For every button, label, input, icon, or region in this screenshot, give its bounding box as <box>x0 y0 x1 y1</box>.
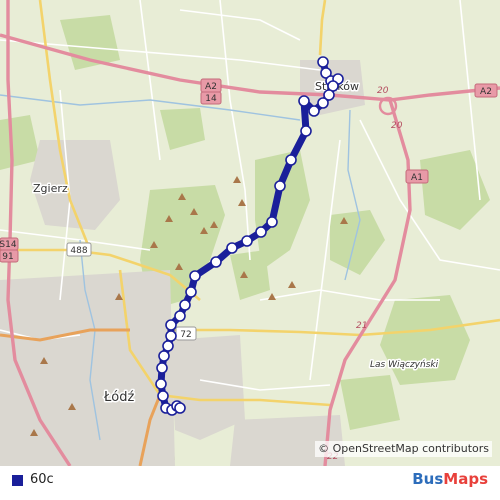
svg-text:A2: A2 <box>205 82 217 92</box>
route-stop[interactable] <box>185 286 197 298</box>
busmaps-logo[interactable]: BusMaps <box>412 470 488 488</box>
route-stop[interactable] <box>158 350 170 362</box>
route-stop[interactable] <box>317 56 329 68</box>
brand-part-maps: Maps <box>443 470 488 488</box>
road-shield-72: 72 <box>175 326 197 341</box>
road-label-21: 21 <box>356 321 367 331</box>
route-stop[interactable] <box>155 378 167 390</box>
svg-text:S14: S14 <box>0 240 17 250</box>
place-label-zgierz: Zgierz <box>33 182 68 195</box>
route-stop[interactable] <box>274 180 286 192</box>
route-stop[interactable] <box>300 125 312 137</box>
place-label-las-wiaczynski: Las Wiączyński <box>370 360 439 370</box>
route-stop[interactable] <box>226 242 238 254</box>
svg-text:14: 14 <box>205 94 217 104</box>
route-stop[interactable] <box>156 362 168 374</box>
road-shield-14: 14 <box>200 91 222 105</box>
place-label-lodz: Łódź <box>103 390 135 405</box>
road-label-20-b: 20 <box>391 121 403 131</box>
svg-text:A1: A1 <box>411 173 423 183</box>
road-shield-s14: S14 <box>0 237 19 251</box>
road-shield-a1: A1 <box>405 169 429 184</box>
route-stop[interactable] <box>255 226 267 238</box>
svg-text:91: 91 <box>2 252 13 262</box>
route-stop[interactable] <box>266 216 278 228</box>
road-shield-a2-top: A2 <box>200 78 222 93</box>
route-stop[interactable] <box>174 310 186 322</box>
route-stop[interactable] <box>165 330 177 342</box>
brand-part-bus: Bus <box>412 470 444 488</box>
route-stop[interactable] <box>298 95 310 107</box>
map-canvas[interactable]: A2 14 A2 A1 S14 91 488 72 20 20 21 22 Zg… <box>0 0 500 466</box>
route-stop[interactable] <box>241 235 253 247</box>
route-stop[interactable] <box>179 299 191 311</box>
route-stop[interactable] <box>210 256 222 268</box>
map-attribution: © OpenStreetMap contributors <box>315 441 492 457</box>
route-stop[interactable] <box>165 319 177 331</box>
legend-route-label: 60c <box>30 472 54 487</box>
road-shield-a2-right: A2 <box>474 83 498 98</box>
route-stop[interactable] <box>157 390 169 402</box>
svg-text:488: 488 <box>70 246 87 256</box>
svg-text:72: 72 <box>180 330 191 340</box>
legend-swatch <box>12 475 23 486</box>
route-stop[interactable] <box>285 154 297 166</box>
road-shield-91: 91 <box>0 249 19 263</box>
route-stop[interactable] <box>308 105 320 117</box>
copyright-icon: © <box>318 442 330 455</box>
route-stop[interactable] <box>174 402 186 414</box>
osm-attribution-link[interactable]: OpenStreetMap contributors <box>333 442 489 455</box>
road-label-20-a: 20 <box>377 86 389 96</box>
route-stop[interactable] <box>189 270 201 282</box>
route-stop[interactable] <box>317 97 329 109</box>
road-shield-488: 488 <box>66 242 92 257</box>
route-stop[interactable] <box>162 340 174 352</box>
svg-text:A2: A2 <box>480 87 492 97</box>
map-svg: A2 14 A2 A1 S14 91 488 72 20 20 21 22 Zg… <box>0 0 500 466</box>
